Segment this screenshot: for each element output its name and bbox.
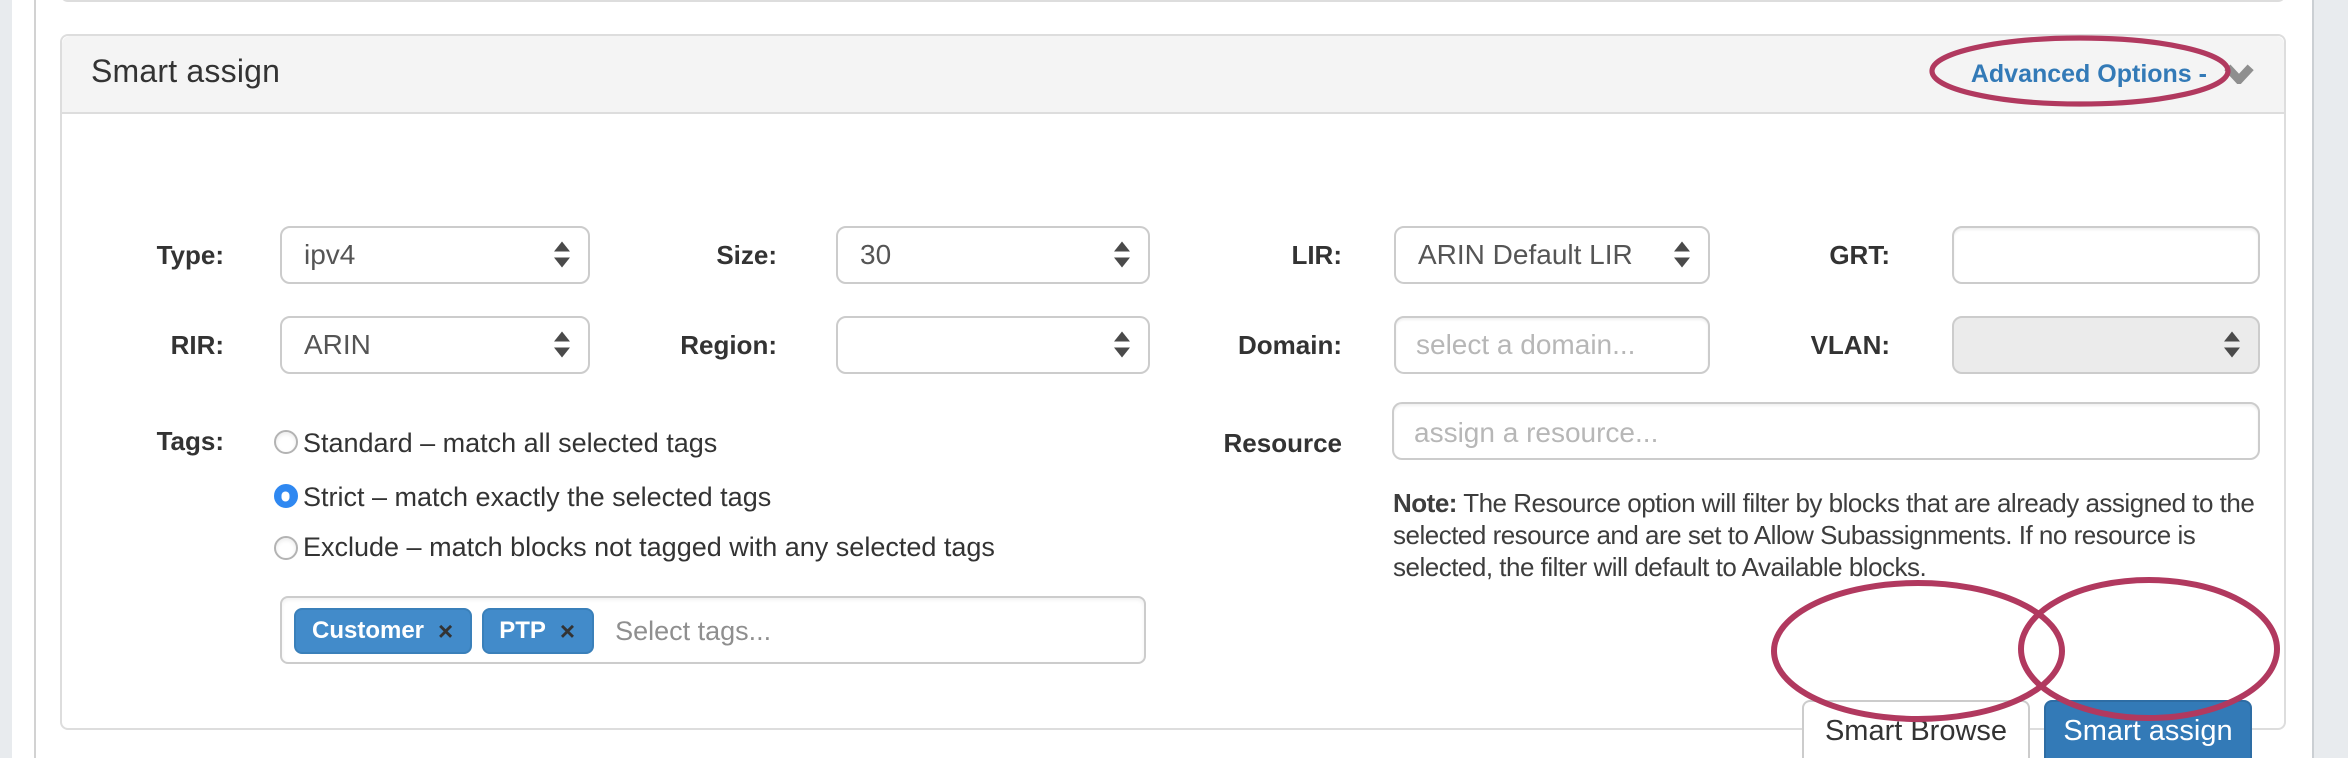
smart-assign-button[interactable]: Smart assign [2044,699,2252,758]
radio-option-strict[interactable]: Strict – match exactly the selected tags [273,474,771,518]
screen: Smart assign Advanced Options - Type: ip… [0,0,2348,758]
lir-label: LIR: [1021,225,1342,283]
tag-search-input[interactable] [603,615,1132,645]
remove-tag-icon[interactable]: × [560,617,575,643]
resource-input[interactable] [1392,402,2260,460]
left-gutter [0,0,12,758]
vlan-select[interactable] [1952,315,2259,373]
grt-input[interactable] [1952,225,2259,283]
previous-panel-bottom-edge [59,0,2285,2]
panel-title: Smart assign [91,56,280,92]
resource-label: Resource [1021,428,1342,460]
tag-chip-customer: Customer × [294,607,471,653]
grt-label: GRT: [1581,225,1890,283]
tags-multiselect[interactable]: Customer × PTP × [280,596,1146,664]
tag-chip-ptp: PTP × [481,607,593,653]
panel-header-actions: Advanced Options - [1971,60,2253,88]
smart-assign-panel: Smart assign Advanced Options - Type: ip… [59,34,2285,730]
remove-tag-icon[interactable]: × [438,617,453,643]
chevron-down-icon[interactable] [2223,64,2253,84]
panel-header: Smart assign Advanced Options - [61,36,2283,114]
radio-standard[interactable] [273,430,297,454]
advanced-options-link[interactable]: Advanced Options - [1971,60,2207,88]
right-gutter [2314,0,2348,758]
radio-option-exclude[interactable]: Exclude – match blocks not tagged with a… [273,525,995,569]
size-label: Size: [461,225,777,283]
tags-label: Tags: [61,426,224,458]
radio-option-standard[interactable]: Standard – match all selected tags [273,420,717,464]
vlan-label: VLAN: [1581,315,1890,373]
radio-strict[interactable] [273,484,297,508]
resource-note: Note: The Resource option will filter by… [1393,488,2254,584]
page: Smart assign Advanced Options - Type: ip… [0,0,2348,758]
select-stepper-icon [2223,332,2239,357]
domain-label: Domain: [1021,315,1342,373]
smart-browse-button[interactable]: Smart Browse [1802,699,2030,758]
region-label: Region: [461,315,777,373]
panel-body: Type: ipv4 Size: 30 LIR: ARIN Default LI… [61,114,2283,728]
left-divider [34,0,36,758]
radio-exclude[interactable] [273,535,297,559]
type-label: Type: [61,225,224,283]
note-label: Note: [1393,488,1457,518]
rir-label: RIR: [61,315,224,373]
